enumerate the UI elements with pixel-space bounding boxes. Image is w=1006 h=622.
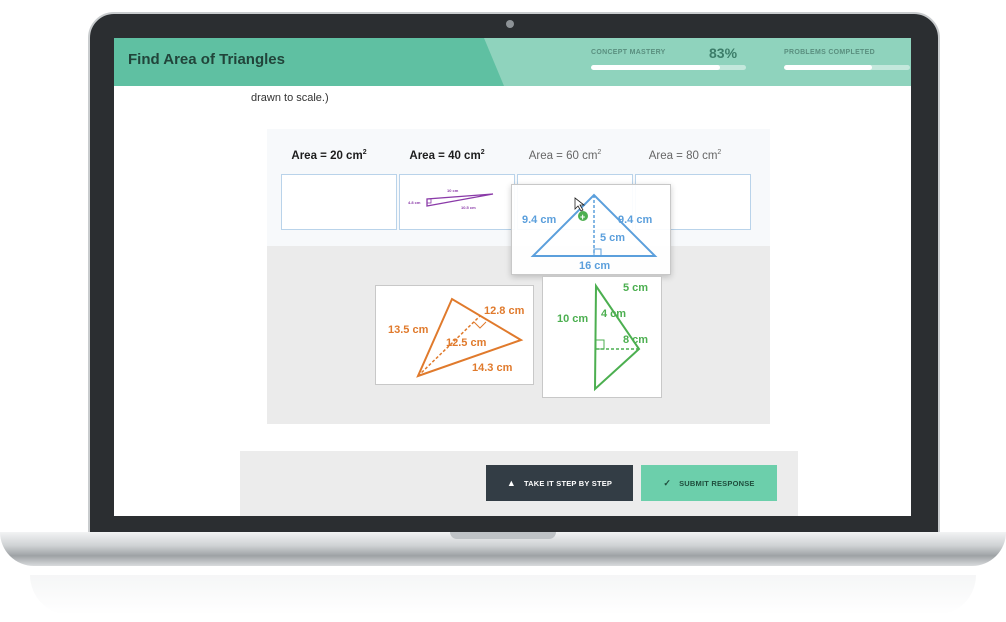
blue-base-label: 16 cm: [579, 260, 610, 272]
laptop-reflection: [30, 575, 976, 615]
svg-text:+: +: [580, 212, 585, 222]
sorting-board: Area = 20 cm2 Area = 40 cm2 Area = 60 cm…: [267, 129, 770, 424]
triangle-purple-shape: 10 cm 4.8 cm 10.5 cm: [408, 188, 494, 210]
step-by-step-button[interactable]: ▲ TAKE IT STEP BY STEP: [486, 465, 633, 501]
triangle-card-purple[interactable]: 10 cm 4.8 cm 10.5 cm: [405, 179, 509, 225]
green-a-label: 5 cm: [623, 282, 648, 294]
question-text: drawn to scale.): [251, 92, 329, 104]
problems-completed-fill: [784, 65, 873, 70]
laptop-notch: [450, 532, 556, 539]
app-screen: Find Area of Triangles CONCEPT MASTERY 8…: [114, 38, 911, 516]
concept-mastery-bar: [591, 65, 746, 70]
concept-mastery-label: CONCEPT MASTERY: [591, 49, 666, 56]
camera-icon: [506, 20, 514, 28]
area-label-40: Area = 40 cm2: [409, 149, 485, 162]
step-by-step-label: TAKE IT STEP BY STEP: [523, 478, 613, 488]
area-label-60: Area = 60 cm2: [528, 149, 602, 162]
triangle-card-blue[interactable]: 9.4 cm 9.4 cm 5 cm 16 cm +: [511, 184, 671, 275]
area-label-80: Area = 80 cm2: [648, 149, 722, 162]
purple-left-label: 4.8 cm: [408, 200, 421, 205]
concept-mastery-fill: [591, 65, 720, 70]
triangle-blue-shape: 9.4 cm 9.4 cm 5 cm 16 cm +: [522, 193, 658, 272]
cursor-icon: [574, 197, 586, 212]
orange-c-label: 12.5 cm: [446, 337, 487, 349]
orange-b-label: 13.5 cm: [388, 324, 429, 336]
triangle-card-orange[interactable]: 12.8 cm 13.5 cm 12.5 cm 14.3 cm: [375, 285, 534, 385]
blue-height-label: 5 cm: [600, 232, 625, 244]
problems-completed-label: PROBLEMS COMPLETED: [784, 49, 875, 56]
submit-response-button[interactable]: ✓ SUBMIT RESPONSE: [641, 465, 777, 501]
blue-right-label: 9.4 cm: [618, 214, 652, 226]
drop-slot-20[interactable]: [281, 174, 397, 230]
purple-right-label: 10.5 cm: [461, 205, 476, 210]
orange-a-label: 12.8 cm: [484, 305, 525, 317]
orange-d-label: 14.3 cm: [472, 362, 513, 374]
green-c-label: 4 cm: [601, 308, 626, 320]
purple-top-label: 10 cm: [447, 188, 459, 193]
checkmark-icon: ✓: [663, 477, 672, 488]
green-b-label: 10 cm: [557, 313, 588, 325]
blue-left-label: 9.4 cm: [522, 214, 556, 226]
green-d-label: 8 cm: [623, 334, 648, 346]
app-header: Find Area of Triangles CONCEPT MASTERY 8…: [114, 38, 911, 86]
problems-completed-bar: [784, 65, 910, 70]
concept-mastery-value: 83%: [709, 45, 738, 61]
submit-response-label: SUBMIT RESPONSE: [679, 478, 755, 488]
area-label-20: Area = 20 cm2: [291, 149, 367, 162]
triangle-up-icon: ▲: [506, 478, 516, 488]
triangle-green-shape: 5 cm 10 cm 4 cm 8 cm: [557, 282, 648, 392]
page-title: Find Area of Triangles: [128, 51, 285, 68]
triangle-orange-shape: 12.8 cm 13.5 cm 12.5 cm 14.3 cm: [388, 297, 525, 378]
triangle-card-green[interactable]: 5 cm 10 cm 4 cm 8 cm: [542, 276, 662, 398]
